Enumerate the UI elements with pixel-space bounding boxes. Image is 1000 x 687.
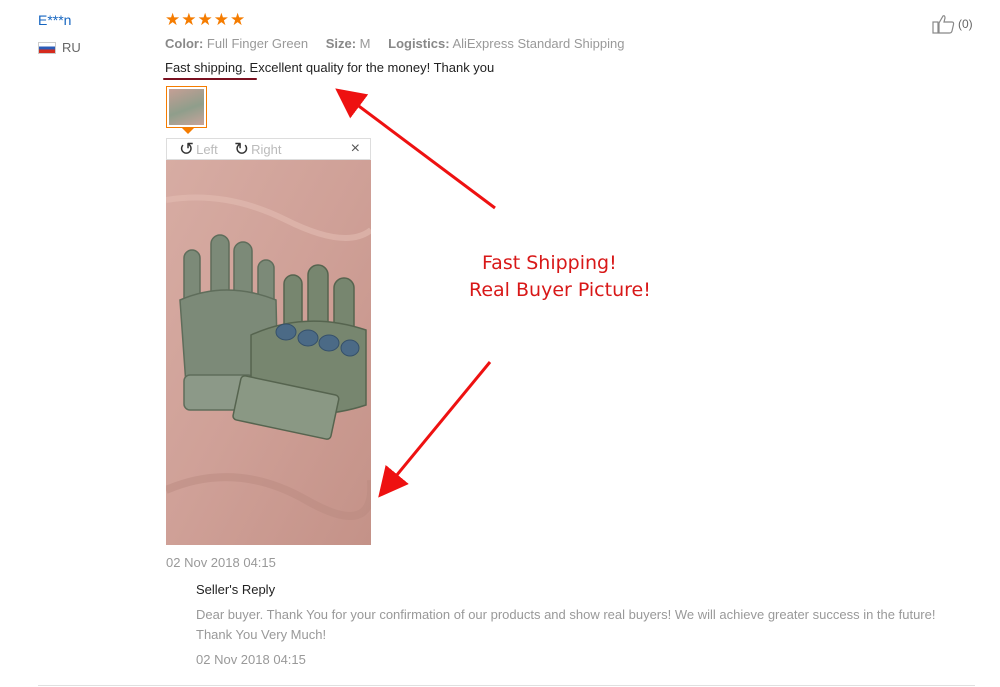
photo-viewer-toolbar: ↺ Left ↻ Right × — [166, 138, 371, 160]
seller-reply-date: 02 Nov 2018 04:15 — [196, 652, 306, 667]
seller-reply-text: Dear buyer. Thank You for your confirmat… — [196, 607, 936, 642]
star-icon: ★ — [230, 10, 246, 29]
color-value: Full Finger Green — [206, 36, 309, 51]
close-icon[interactable]: × — [351, 140, 360, 158]
highlight-underline — [163, 78, 257, 80]
rotate-right-button[interactable]: ↻ Right — [234, 139, 282, 159]
annotation-line-2: Real Buyer Picture! — [469, 279, 651, 301]
helpful-count: (0) — [958, 17, 973, 31]
russia-flag-icon — [38, 41, 56, 54]
review-text: Fast shipping. Excellent quality for the… — [165, 60, 495, 75]
annotation-line-1: Fast Shipping! — [482, 252, 617, 274]
review-photo — [166, 160, 371, 545]
logistics-value: AliExpress Standard Shipping — [452, 36, 625, 51]
reviewer-country: RU — [38, 40, 81, 55]
rotate-left-label: Left — [196, 141, 218, 157]
rotate-left-icon: ↺ — [179, 139, 195, 159]
size-value: M — [359, 36, 371, 51]
seller-reply-title: Seller's Reply — [196, 582, 276, 597]
rotate-left-button[interactable]: ↺ Left — [179, 139, 218, 159]
star-icon: ★ — [213, 10, 229, 29]
annotation-arrows — [335, 88, 496, 498]
rotate-right-label: Right — [251, 141, 282, 157]
logistics-label: Logistics: — [388, 36, 450, 51]
arrow-to-photo — [378, 361, 492, 498]
reviewer-name: E***n — [38, 12, 72, 28]
star-icon: ★ — [165, 10, 181, 29]
star-icon: ★ — [181, 10, 197, 29]
thumbnail-pointer — [182, 128, 194, 134]
star-rating: ★ ★ ★ ★ ★ — [165, 10, 245, 30]
helpful-button[interactable]: (0) — [932, 14, 973, 34]
review-date: 02 Nov 2018 04:15 — [166, 555, 276, 570]
thumbs-up-icon — [932, 15, 955, 34]
country-code: RU — [62, 40, 81, 55]
size-label: Size: — [325, 36, 357, 51]
rotate-right-icon: ↻ — [234, 139, 250, 159]
color-label: Color: — [165, 36, 204, 51]
divider — [38, 685, 975, 686]
star-icon: ★ — [197, 10, 213, 29]
order-details: Color: Full Finger Green Size: M Logisti… — [165, 36, 624, 51]
review-photo-thumbnail[interactable] — [166, 86, 207, 128]
